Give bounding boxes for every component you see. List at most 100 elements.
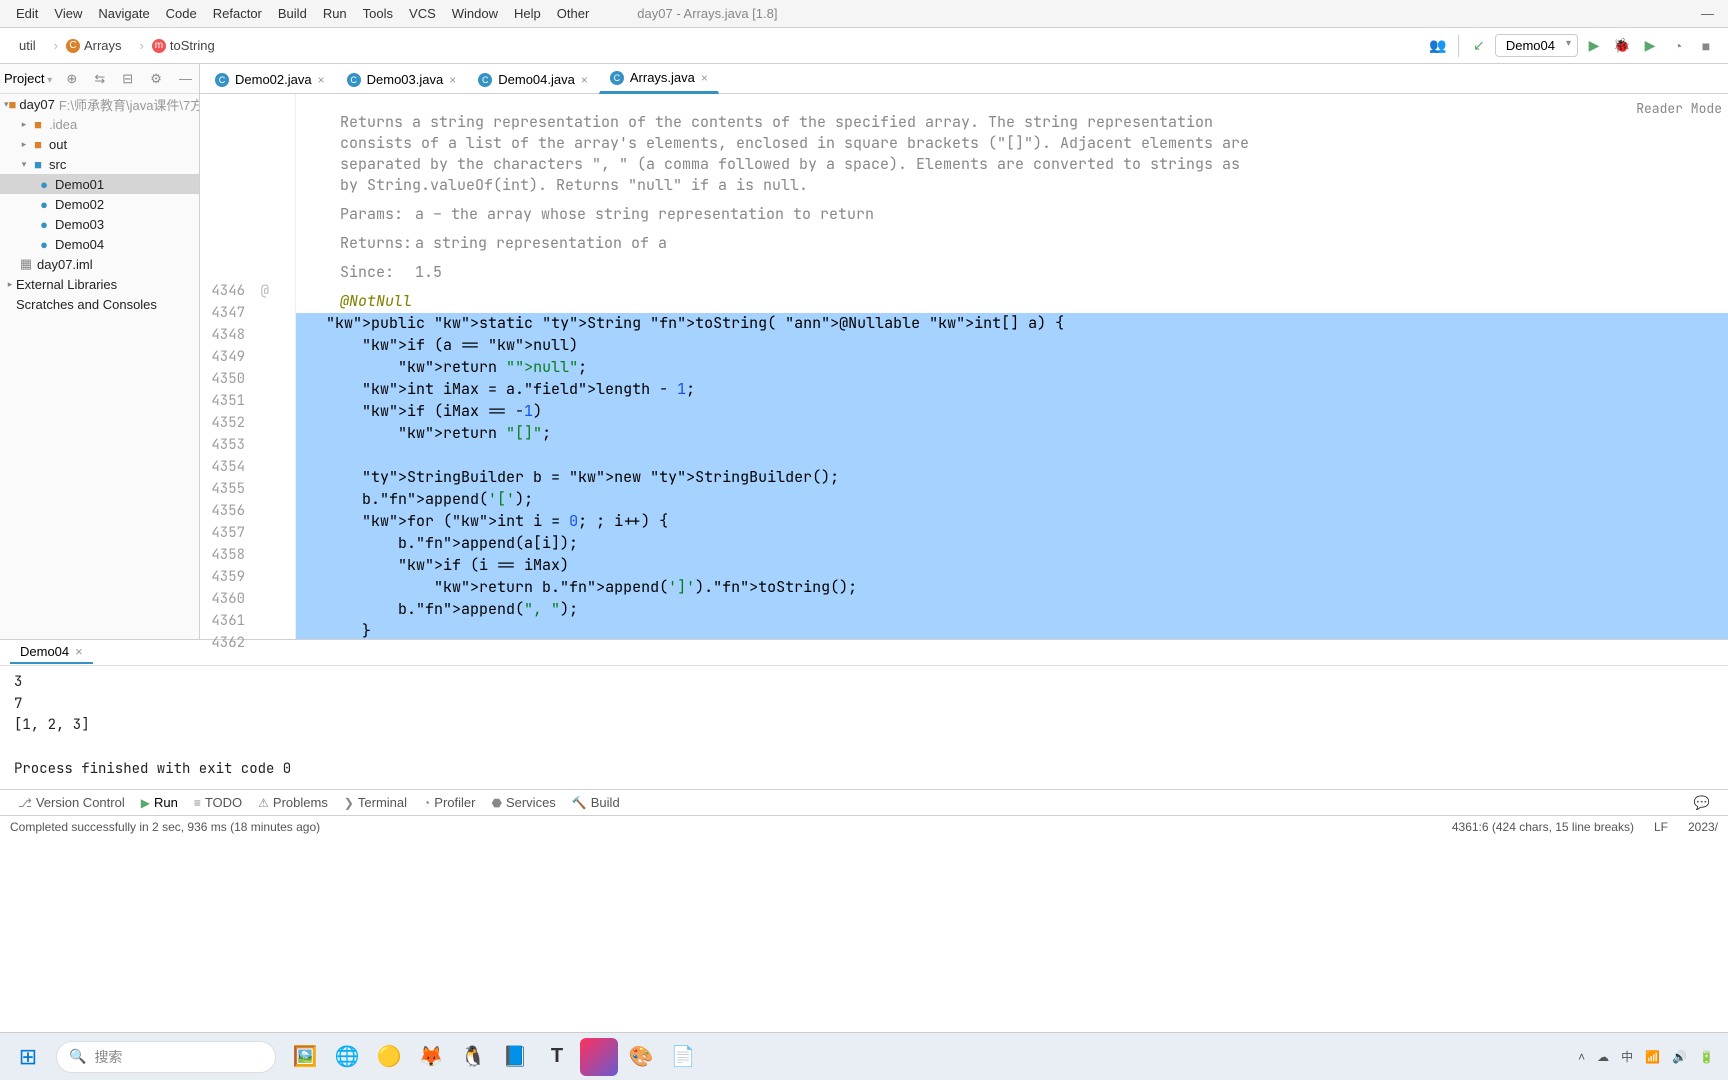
taskbar-app-typora[interactable]: T: [538, 1038, 576, 1076]
reader-mode-toggle[interactable]: Reader Mode: [1636, 100, 1722, 117]
taskbar-app[interactable]: 📘: [496, 1038, 534, 1076]
windows-taskbar[interactable]: ⊞ 🔍搜索 🖼️ 🌐 🟡 🦊 🐧 📘 T 🎨 📄 ˄ ☁ 中 📶 🔊 🔋: [0, 1032, 1728, 1080]
ime-icon[interactable]: 中: [1621, 1048, 1633, 1065]
taskbar-app-chrome[interactable]: 🟡: [370, 1038, 408, 1076]
taskbar-app-intellij[interactable]: [580, 1038, 618, 1076]
code-line[interactable]: b."fn">append(", ");: [296, 599, 1728, 621]
debug-icon[interactable]: 🐞: [1610, 34, 1634, 58]
toolstrip-problems[interactable]: ⚠Problems: [250, 795, 336, 810]
cloud-icon[interactable]: ☁: [1597, 1050, 1609, 1064]
toolstrip-services[interactable]: ⬣Services: [483, 795, 563, 810]
close-icon[interactable]: ×: [318, 73, 325, 87]
coverage-icon[interactable]: ▶: [1638, 34, 1662, 58]
select-opened-icon[interactable]: ⊕: [63, 71, 80, 87]
profile-icon[interactable]: ◔: [1666, 34, 1690, 58]
menu-tools[interactable]: Tools: [355, 4, 401, 23]
caret-down-icon[interactable]: ▾: [18, 159, 30, 170]
caret-right-icon[interactable]: ▸: [18, 119, 30, 130]
code-line[interactable]: "kw">int iMax = a."field">length - 1;: [296, 379, 1728, 401]
editor-tab-active[interactable]: CArrays.java×: [599, 63, 719, 94]
wifi-icon[interactable]: 📶: [1645, 1050, 1660, 1064]
tree-item-demo02[interactable]: ●Demo02: [0, 194, 199, 214]
menu-run[interactable]: Run: [315, 4, 355, 23]
toolstrip-build[interactable]: 🔨Build: [564, 795, 628, 810]
toolstrip-version-control[interactable]: ⎇Version Control: [10, 795, 133, 810]
tree-root[interactable]: ▾ ■ day07 F:\师承教育\java课件\7方法\co: [0, 94, 199, 114]
code-line[interactable]: [296, 445, 1728, 467]
run-output[interactable]: 3 7 [1, 2, 3] Process finished with exit…: [0, 666, 1728, 789]
breadcrumb-class[interactable]: CArrays: [45, 35, 131, 56]
collapse-icon[interactable]: ⊟: [119, 71, 136, 87]
chevron-up-icon[interactable]: ˄: [1578, 1050, 1585, 1064]
build-icon[interactable]: ↙: [1467, 34, 1491, 58]
start-button[interactable]: ⊞: [8, 1041, 48, 1073]
project-tree[interactable]: ▾ ■ day07 F:\师承教育\java课件\7方法\co ▸■.idea …: [0, 94, 199, 639]
line-separator[interactable]: LF: [1654, 820, 1668, 834]
project-view-dropdown[interactable]: Project: [4, 71, 52, 86]
menu-help[interactable]: Help: [506, 4, 549, 23]
taskbar-app-edge[interactable]: 🌐: [328, 1038, 366, 1076]
tree-item-external-libs[interactable]: ▸External Libraries: [0, 274, 199, 294]
taskbar-app-notepad[interactable]: 📄: [664, 1038, 702, 1076]
caret-right-icon[interactable]: ▸: [18, 139, 30, 150]
run-tab[interactable]: Demo04×: [10, 641, 93, 664]
hide-icon[interactable]: —: [176, 71, 195, 86]
tree-item-out[interactable]: ▸■out: [0, 134, 199, 154]
tree-item-src[interactable]: ▾■src: [0, 154, 199, 174]
settings-icon[interactable]: ⚙: [147, 71, 165, 87]
minimize-icon[interactable]: —: [1687, 6, 1728, 21]
toolstrip-run[interactable]: ▶Run: [133, 795, 186, 810]
menu-navigate[interactable]: Navigate: [90, 4, 157, 23]
editor-tab[interactable]: CDemo02.java×: [204, 65, 336, 93]
system-tray[interactable]: ˄ ☁ 中 📶 🔊 🔋: [1578, 1048, 1720, 1065]
menu-vcs[interactable]: VCS: [401, 4, 444, 23]
menu-view[interactable]: View: [46, 4, 90, 23]
toolstrip-events[interactable]: 💬: [1686, 795, 1718, 811]
close-icon[interactable]: ×: [701, 71, 708, 85]
code-line[interactable]: "kw">return "[]";: [296, 423, 1728, 445]
tree-item-iml[interactable]: ▦day07.iml: [0, 254, 199, 274]
editor-tab[interactable]: CDemo04.java×: [467, 65, 599, 93]
tree-item-demo01[interactable]: ●Demo01: [0, 174, 199, 194]
code-line[interactable]: "kw">public "kw">static "ty">String "fn"…: [296, 313, 1728, 335]
code-line[interactable]: "kw">return "">null";: [296, 357, 1728, 379]
taskbar-search[interactable]: 🔍搜索: [56, 1041, 276, 1073]
battery-icon[interactable]: 🔋: [1699, 1050, 1714, 1064]
editor-tab[interactable]: CDemo03.java×: [336, 65, 468, 93]
gutter[interactable]: 4346@43474348434943504351435243534354435…: [200, 94, 296, 639]
tree-item-scratches[interactable]: Scratches and Consoles: [0, 294, 199, 314]
menu-build[interactable]: Build: [270, 4, 315, 23]
code-line[interactable]: b."fn">append(a[i]);: [296, 533, 1728, 555]
toolstrip-todo[interactable]: ≡TODO: [186, 795, 250, 810]
code-line[interactable]: "kw">for ("kw">int i = 0; ; i++) {: [296, 511, 1728, 533]
menu-window[interactable]: Window: [444, 4, 506, 23]
taskbar-app-qq[interactable]: 🐧: [454, 1038, 492, 1076]
stop-icon[interactable]: ■: [1694, 34, 1718, 58]
toolstrip-profiler[interactable]: ◔Profiler: [415, 795, 483, 810]
code-line[interactable]: b."fn">append('[');: [296, 489, 1728, 511]
close-icon[interactable]: ×: [75, 644, 83, 659]
taskbar-app[interactable]: 🖼️: [286, 1038, 324, 1076]
caret-position[interactable]: 4361:6 (424 chars, 15 line breaks): [1452, 820, 1634, 834]
code-line[interactable]: "kw">if (iMax == -1): [296, 401, 1728, 423]
menu-code[interactable]: Code: [158, 4, 205, 23]
code-line[interactable]: }: [296, 621, 1728, 639]
breadcrumb-method[interactable]: mtoString: [131, 35, 224, 56]
tree-item-demo04[interactable]: ●Demo04: [0, 234, 199, 254]
menu-edit[interactable]: Edit: [8, 4, 46, 23]
menu-other[interactable]: Other: [549, 4, 598, 23]
expand-all-icon[interactable]: ⇆: [91, 71, 108, 87]
run-icon[interactable]: ▶: [1582, 34, 1606, 58]
run-config-dropdown[interactable]: Demo04: [1495, 34, 1578, 57]
tree-item-demo03[interactable]: ●Demo03: [0, 214, 199, 234]
code-line[interactable]: "ty">StringBuilder b = "kw">new "ty">Str…: [296, 467, 1728, 489]
add-user-icon[interactable]: 👥: [1426, 34, 1450, 58]
taskbar-app[interactable]: 🎨: [622, 1038, 660, 1076]
close-icon[interactable]: ×: [581, 73, 588, 87]
tree-item-idea[interactable]: ▸■.idea: [0, 114, 199, 134]
breadcrumb-package[interactable]: util: [10, 35, 45, 56]
code-line[interactable]: "kw">if (i == iMax): [296, 555, 1728, 577]
code-line[interactable]: "kw">return b."fn">append(']')."fn">toSt…: [296, 577, 1728, 599]
close-icon[interactable]: ×: [449, 73, 456, 87]
volume-icon[interactable]: 🔊: [1672, 1050, 1687, 1064]
